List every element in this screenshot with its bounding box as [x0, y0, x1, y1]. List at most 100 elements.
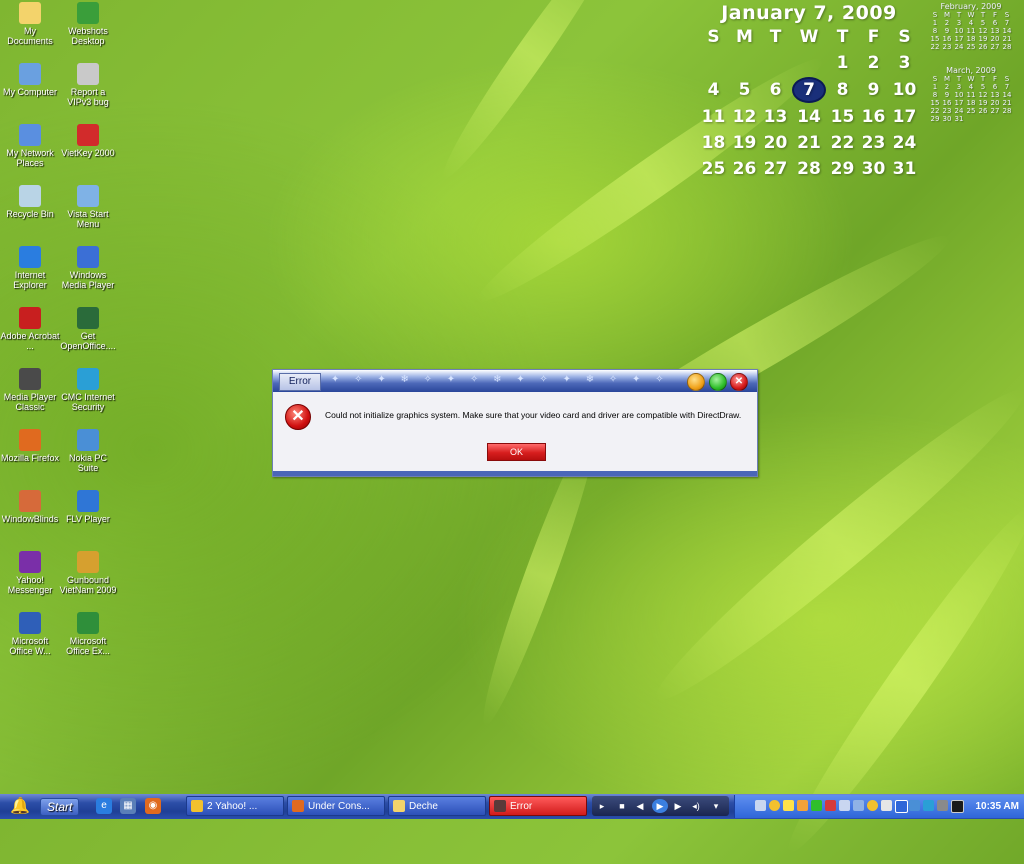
desktop-shortcut[interactable]: Microsoft Office W...: [0, 612, 60, 656]
desktop-shortcut[interactable]: My Documents: [0, 2, 60, 46]
desktop-shortcut[interactable]: WindowBlinds: [0, 490, 60, 524]
internet-explorer-icon: [19, 246, 41, 268]
yahoo-messenger-icon: [191, 800, 203, 813]
maximize-icon[interactable]: [709, 373, 727, 391]
tray-gear-icon[interactable]: [937, 800, 948, 811]
mini-day: 17: [954, 99, 964, 107]
calendar-day: 20: [763, 133, 788, 153]
desktop-shortcut[interactable]: Mozilla Firefox: [0, 429, 60, 463]
desktop-shortcut[interactable]: Report a VIPv3 bug: [58, 63, 118, 107]
tray-display-icon[interactable]: [853, 800, 864, 811]
mini-day: 2: [944, 83, 950, 91]
desktop-shortcut[interactable]: Webshots Desktop: [58, 2, 118, 46]
desktop-shortcut[interactable]: Internet Explorer: [0, 246, 60, 290]
mini-day: [965, 115, 977, 123]
tray-help-icon[interactable]: [825, 800, 836, 811]
mini-day: 18: [966, 99, 976, 107]
desktop-shortcut[interactable]: Media Player Classic: [0, 368, 60, 412]
system-tray: 10:35 AM: [734, 795, 1024, 818]
taskbar-button[interactable]: Error: [489, 796, 587, 816]
tray-nokia-icon[interactable]: [909, 800, 920, 811]
desktop-shortcut[interactable]: Nokia PC Suite: [58, 429, 118, 473]
desktop-shortcut-label: Windows Media Player: [61, 270, 115, 290]
close-icon[interactable]: ✕: [730, 373, 748, 391]
desktop-shortcut[interactable]: My Computer: [0, 63, 60, 97]
tray-smiley-icon[interactable]: [867, 800, 878, 811]
mini-day: 13: [990, 91, 1000, 99]
desktop-shortcut[interactable]: Windows Media Player: [58, 246, 118, 290]
network-places-icon: [19, 124, 41, 146]
ok-button[interactable]: OK: [487, 443, 546, 461]
dialog-title-bar[interactable]: Error ✦ ✧ ✦ ❄ ✧ ✦ ✧ ❄ ✦ ✧ ✦ ❄ ✧ ✦ ✧ ❄ ✦ …: [273, 370, 757, 392]
stop-icon[interactable]: ■: [616, 799, 628, 813]
mini-day: 4: [968, 19, 974, 27]
cmc-security-icon: [77, 368, 99, 390]
desktop-shortcut[interactable]: Microsoft Office Ex...: [58, 612, 118, 656]
desktop-shortcut[interactable]: Adobe Acrobat ...: [0, 307, 60, 351]
clock[interactable]: 10:35 AM: [975, 795, 1019, 818]
desktop-shortcut[interactable]: Gunbound VietNam 2009: [58, 551, 118, 595]
mini-day: 10: [954, 27, 964, 35]
vista-start-icon: [77, 185, 99, 207]
desktop-shortcut[interactable]: FLV Player: [58, 490, 118, 524]
desktop-shortcut[interactable]: VietKey 2000: [58, 124, 118, 158]
internet-explorer-icon[interactable]: e: [96, 798, 112, 814]
mini-day: 25: [966, 107, 976, 115]
mini-day: 5: [980, 19, 986, 27]
media-player-controls: ▸ ■ ◀ ▶ ▶ ◂) ▾: [592, 796, 729, 816]
tray-network-icon[interactable]: [839, 800, 850, 811]
next-icon[interactable]: ▶: [672, 799, 684, 813]
computer-icon: [19, 63, 41, 85]
desktop-shortcut[interactable]: Yahoo! Messenger: [0, 551, 60, 595]
calendar-day: [698, 50, 729, 76]
mini-day: 25: [966, 43, 976, 51]
calendar-day: 18: [701, 133, 726, 153]
taskbar-button[interactable]: Under Cons...: [287, 796, 385, 816]
report-bug-icon: [77, 63, 99, 85]
folder-documents-icon: [19, 2, 41, 24]
firefox-icon[interactable]: ◉: [145, 798, 161, 814]
previous-icon[interactable]: ◀: [634, 799, 646, 813]
taskbar-button[interactable]: 2 Yahoo! ...: [186, 796, 284, 816]
calendar-widget: January 7, 2009 SMTWTFS 1 2 3 4 5 6 7 8 9 10 11 12 1…: [698, 2, 920, 182]
tray-mail-icon[interactable]: [797, 800, 808, 811]
media-dropdown-icon[interactable]: ▾: [710, 799, 722, 813]
mini-day: 27: [990, 43, 1000, 51]
tray-vietkey-icon[interactable]: [783, 800, 794, 811]
folder-icon: [393, 800, 405, 813]
start-button[interactable]: 🔔 Start: [0, 794, 85, 819]
calendar-day: 19: [732, 133, 757, 153]
mini-day: 27: [990, 107, 1000, 115]
minimize-icon[interactable]: [687, 373, 705, 391]
tray-chat-icon[interactable]: [755, 800, 766, 811]
tray-bluetooth-icon[interactable]: [895, 800, 908, 813]
media-menu-icon[interactable]: ▸: [596, 799, 608, 813]
media-player-classic-icon: [19, 368, 41, 390]
tray-arrow-icon[interactable]: [811, 800, 822, 811]
tray-monitor-icon[interactable]: [951, 800, 964, 813]
desktop-shortcut[interactable]: My Network Places: [0, 124, 60, 168]
show-desktop-icon[interactable]: ▦: [120, 798, 136, 814]
desktop-shortcut-label: VietKey 2000: [61, 148, 115, 158]
volume-icon[interactable]: ◂): [690, 799, 702, 813]
firefox-icon: [19, 429, 41, 451]
desktop-shortcut[interactable]: Recycle Bin: [0, 185, 60, 219]
mini-day: 1: [932, 83, 938, 91]
mini-day: 30: [942, 115, 952, 123]
flv-player-icon: [77, 490, 99, 512]
desktop-shortcut[interactable]: Vista Start Menu: [58, 185, 118, 229]
calendar-day: 31: [892, 159, 917, 179]
tray-yahoo-icon[interactable]: [769, 800, 780, 811]
tray-shield-icon[interactable]: [923, 800, 934, 811]
mini-day: 23: [942, 43, 952, 51]
vietkey-icon: [77, 124, 99, 146]
mini-day: 16: [942, 35, 952, 43]
play-icon[interactable]: ▶: [652, 799, 668, 813]
mini-day: 4: [968, 83, 974, 91]
taskbar-button[interactable]: Deche: [388, 796, 486, 816]
mini-day: 10: [954, 91, 964, 99]
desktop-shortcut[interactable]: Get OpenOffice....: [58, 307, 118, 351]
desktop-shortcut[interactable]: CMC Internet Security: [58, 368, 118, 412]
desktop-shortcut-label: Recycle Bin: [6, 209, 54, 219]
tray-volume-icon[interactable]: [881, 800, 892, 811]
